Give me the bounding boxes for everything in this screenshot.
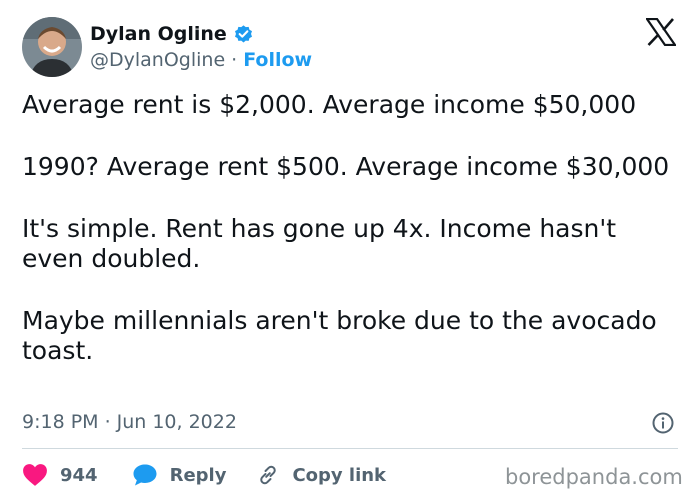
divider xyxy=(22,448,678,449)
follow-button[interactable]: Follow xyxy=(243,49,312,71)
avatar[interactable] xyxy=(22,17,82,77)
copy-link-label: Copy link xyxy=(292,464,387,486)
tweet-date: Jun 10, 2022 xyxy=(116,411,237,433)
heart-icon xyxy=(23,464,47,486)
author-display-name[interactable]: Dylan Ogline xyxy=(90,23,227,45)
tweet-paragraph: Average rent is $2,000. Average income $… xyxy=(22,90,637,119)
info-icon[interactable] xyxy=(651,411,675,435)
speech-bubble-icon xyxy=(133,464,157,486)
like-count: 944 xyxy=(60,464,98,486)
timestamp-separator: · xyxy=(104,411,111,433)
author-handle[interactable]: @DylanOgline xyxy=(90,49,225,71)
reply-label: Reply xyxy=(169,464,227,486)
tweet-paragraph: Maybe millennials aren't broke due to th… xyxy=(22,306,657,365)
action-bar: 944 Reply Copy link xyxy=(22,461,386,489)
reply-button[interactable]: Reply xyxy=(132,463,227,487)
tweet-timestamp[interactable]: 9:18 PM · Jun 10, 2022 xyxy=(22,408,237,436)
tweet-paragraph: It's simple. Rent has gone up 4x. Income… xyxy=(22,214,617,273)
author-handle-row: @DylanOgline · Follow xyxy=(90,47,312,73)
x-logo-icon[interactable] xyxy=(644,17,678,47)
verified-badge-icon xyxy=(233,24,254,45)
copy-link-button[interactable]: Copy link xyxy=(256,463,386,487)
tweet-paragraph: 1990? Average rent $500. Average income … xyxy=(22,152,670,181)
like-button[interactable]: 944 xyxy=(22,463,98,487)
watermark: boredpanda.com xyxy=(505,465,683,489)
tweet-time: 9:18 PM xyxy=(22,411,99,433)
tweet-body: Average rent is $2,000. Average income $… xyxy=(22,90,682,366)
link-icon xyxy=(260,465,277,485)
author-name-row: Dylan Ogline xyxy=(90,21,254,47)
handle-separator: · xyxy=(231,49,238,71)
